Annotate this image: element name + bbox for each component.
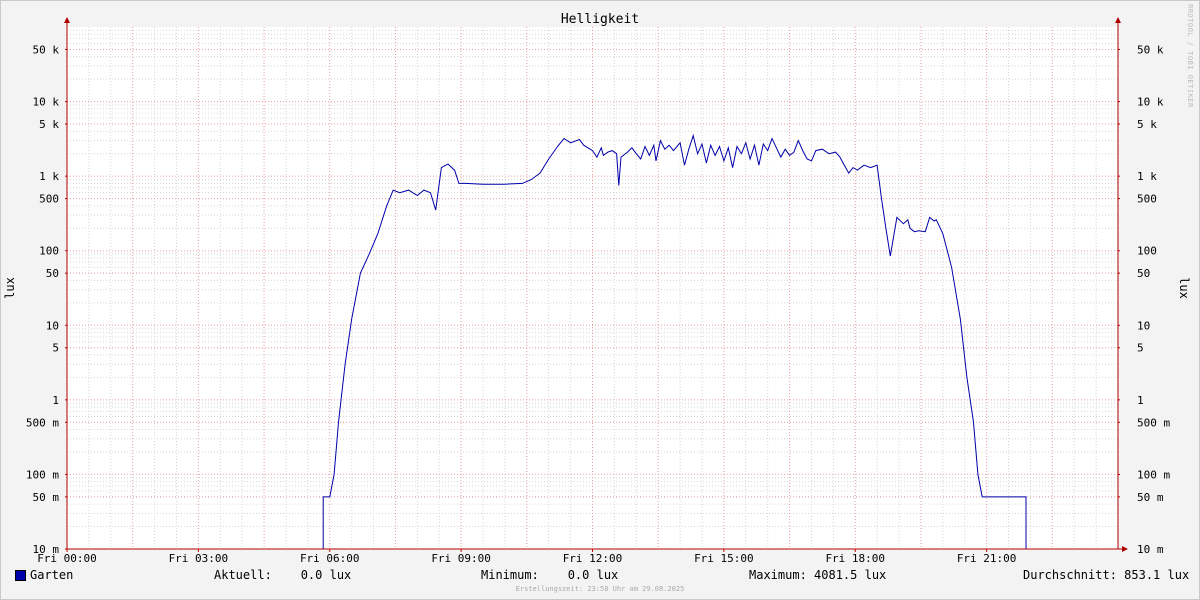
y-axis-label-right: lux	[1177, 277, 1191, 299]
y-tick-label-left: 50 k	[33, 43, 60, 56]
y-tick-label-left: 1	[52, 394, 59, 407]
y-tick-label-left: 50	[46, 267, 59, 280]
y-tick-label-right: 5 k	[1137, 118, 1157, 131]
y-tick-label-right: 10 m	[1137, 543, 1164, 556]
y-tick-label-left: 500	[39, 193, 59, 206]
y-tick-label-left: 500 m	[26, 416, 59, 429]
legend-minimum: Minimum: 0.0 lux	[481, 568, 619, 582]
x-tick-label: Fri 18:00	[825, 552, 885, 565]
y-tick-label-right: 50 m	[1137, 491, 1164, 504]
x-tick-label: Fri 06:00	[300, 552, 360, 565]
x-tick-label: Fri 21:00	[957, 552, 1017, 565]
y-tick-label-right: 1 k	[1137, 170, 1157, 183]
y-tick-label-right: 100	[1137, 245, 1157, 258]
y-tick-label-left: 100	[39, 245, 59, 258]
y-tick-label-right: 1	[1137, 394, 1144, 407]
y-tick-label-right: 5	[1137, 342, 1144, 355]
y-tick-label-left: 50 m	[33, 491, 60, 504]
chart-title: Helligkeit	[561, 12, 639, 27]
x-tick-label: Fri 00:00	[37, 552, 97, 565]
legend-average: Durchschnitt: 853.1 lux	[1023, 568, 1190, 582]
y-tick-label-right: 50	[1137, 267, 1150, 280]
y-tick-label-left: 5 k	[39, 118, 59, 131]
y-tick-label-right: 10	[1137, 319, 1150, 332]
y-tick-label-right: 100 m	[1137, 468, 1170, 481]
y-axis-arrow-right	[1115, 17, 1121, 23]
y-tick-label-right: 500	[1137, 193, 1157, 206]
y-axis-label-left: lux	[3, 277, 17, 299]
x-tick-label: Fri 12:00	[563, 552, 623, 565]
x-tick-label: Fri 03:00	[169, 552, 229, 565]
y-tick-label-right: 500 m	[1137, 416, 1170, 429]
y-tick-label-right: 50 k	[1137, 43, 1164, 56]
x-tick-label: Fri 15:00	[694, 552, 754, 565]
y-tick-label-left: 1 k	[39, 170, 59, 183]
y-tick-label-left: 100 m	[26, 468, 59, 481]
y-tick-label-left: 10 k	[33, 96, 60, 109]
rrdtool-watermark: RRDTOOL / TOBI OETIKER	[1186, 4, 1194, 108]
legend-current: Aktuell: 0.0 lux	[214, 568, 352, 582]
chart: 50 k 50 k 10 k 10 k 5 k 5 k 1 k 1 k 500 500 100 100…	[3, 12, 1191, 565]
legend-swatch	[15, 570, 26, 581]
y-tick-label-right: 10 k	[1137, 96, 1164, 109]
y-axis-arrow-left	[64, 17, 70, 23]
creation-time-footer: Erstellungszeit: 23:58 Uhr am 29.08.2025	[515, 585, 685, 593]
x-tick-label: Fri 09:00	[431, 552, 491, 565]
x-axis-arrow	[1122, 546, 1128, 552]
y-tick-label-left: 5	[52, 342, 59, 355]
legend-maximum: Maximum: 4081.5 lux	[749, 568, 887, 582]
legend-series-name: Garten	[30, 568, 74, 582]
y-tick-label-left: 10	[46, 319, 59, 332]
